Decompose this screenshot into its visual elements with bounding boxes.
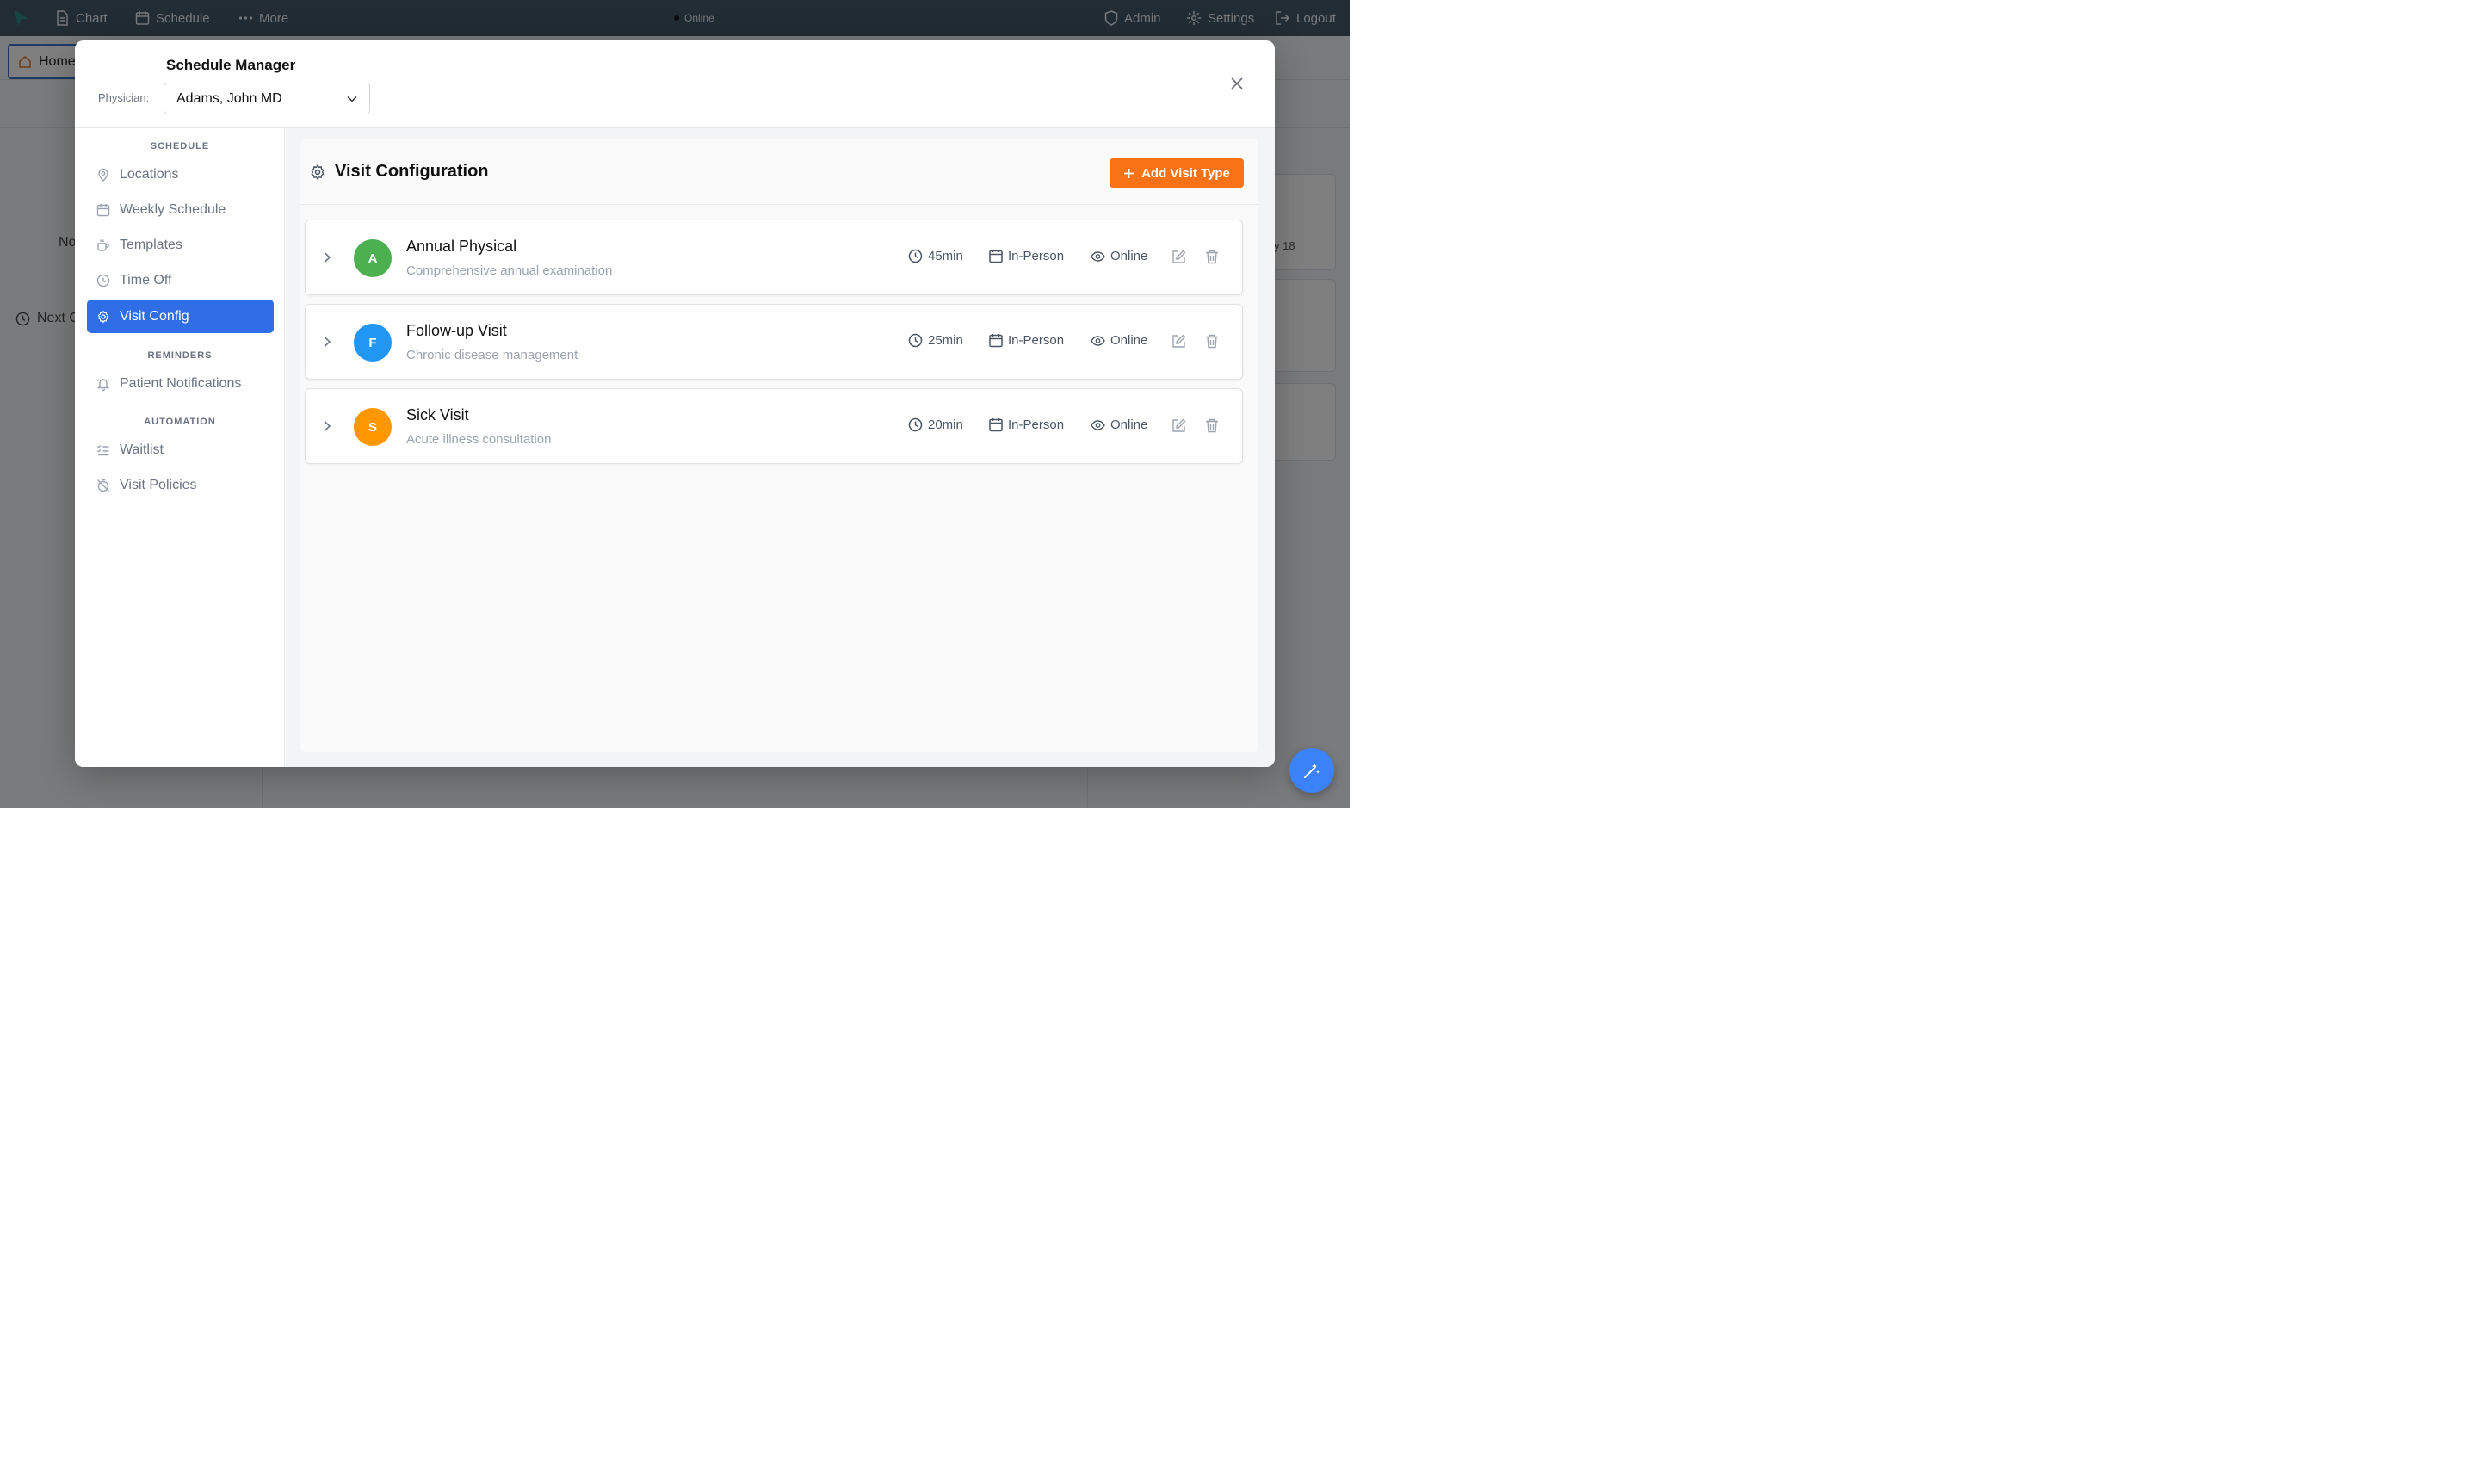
edit-icon[interactable] bbox=[1171, 418, 1186, 433]
visit-availability-value: Online bbox=[1110, 417, 1148, 432]
visit-mode: In-Person bbox=[989, 249, 1064, 263]
magic-wand-button[interactable] bbox=[1289, 748, 1334, 793]
physician-select[interactable]: Adams, John MD bbox=[164, 83, 370, 114]
add-visit-type-label: Add Visit Type bbox=[1141, 165, 1230, 181]
sidebar-item-visit-policies[interactable]: Visit Policies bbox=[87, 468, 274, 502]
visit-type-avatar: S bbox=[354, 408, 392, 446]
bell-icon bbox=[96, 378, 110, 391]
add-visit-type-button[interactable]: Add Visit Type bbox=[1110, 158, 1244, 188]
close-icon bbox=[1231, 77, 1243, 90]
sidebar-item-patient-notifications[interactable]: Patient Notifications bbox=[87, 367, 274, 400]
schedule-manager-modal: Schedule Manager Physician: Adams, John … bbox=[75, 40, 1275, 767]
chevron-right-icon[interactable] bbox=[323, 420, 331, 432]
gear-icon bbox=[311, 164, 325, 180]
list-checks-icon bbox=[97, 444, 109, 455]
section-title-automation: AUTOMATION bbox=[144, 417, 216, 427]
visit-availability-value: Online bbox=[1110, 249, 1148, 263]
chevron-down-icon bbox=[347, 96, 357, 102]
visit-availability: Online bbox=[1091, 417, 1147, 432]
gear-icon bbox=[97, 310, 109, 323]
eye-icon bbox=[1091, 419, 1105, 430]
chevron-right-icon[interactable] bbox=[323, 251, 331, 263]
timer-off-icon bbox=[97, 479, 109, 492]
visit-duration: 20min bbox=[908, 417, 963, 432]
edit-icon[interactable] bbox=[1171, 334, 1186, 349]
clock-icon bbox=[908, 249, 923, 263]
sidebar-item-time-off[interactable]: Time Off bbox=[87, 263, 274, 297]
sidebar-item-label: Visit Policies bbox=[120, 477, 197, 492]
visit-mode-value: In-Person bbox=[1008, 333, 1065, 348]
visit-mode: In-Person bbox=[989, 417, 1064, 432]
visit-duration: 25min bbox=[908, 333, 963, 348]
sidebar-item-label: Visit Config bbox=[120, 308, 189, 324]
modal-title: Schedule Manager bbox=[166, 57, 296, 73]
sidebar-item-label: Patient Notifications bbox=[120, 375, 242, 391]
map-pin-icon bbox=[98, 168, 108, 182]
visit-type-card[interactable]: S Sick Visit Acute illness consultation … bbox=[305, 388, 1243, 464]
visit-type-avatar: A bbox=[354, 239, 392, 277]
visit-duration-value: 25min bbox=[928, 333, 963, 348]
magic-wand-icon bbox=[1304, 764, 1320, 778]
sidebar-item-waitlist[interactable]: Waitlist bbox=[87, 433, 274, 467]
sidebar-item-label: Waitlist bbox=[120, 442, 164, 457]
visit-availability-value: Online bbox=[1110, 333, 1148, 348]
calendar-icon bbox=[989, 250, 1003, 263]
section-title-reminders: REMINDERS bbox=[147, 350, 213, 361]
schedule-sidebar: SCHEDULE Locations Weekly Schedule Templ… bbox=[75, 128, 285, 767]
clock-icon bbox=[908, 333, 923, 348]
visit-duration-value: 45min bbox=[928, 249, 963, 263]
visit-duration: 45min bbox=[908, 249, 963, 263]
sidebar-item-weekly-schedule[interactable]: Weekly Schedule bbox=[87, 193, 274, 226]
sidebar-item-label: Locations bbox=[120, 166, 179, 182]
physician-label: Physician: bbox=[98, 91, 150, 104]
visit-type-description: Acute illness consultation bbox=[406, 432, 552, 447]
sidebar-item-visit-config[interactable]: Visit Config bbox=[87, 300, 274, 333]
panel-title-text: Visit Configuration bbox=[335, 162, 489, 181]
clock-icon bbox=[96, 274, 110, 287]
panel-title: Visit Configuration bbox=[309, 162, 489, 182]
eye-icon bbox=[1091, 250, 1105, 262]
sidebar-item-locations[interactable]: Locations bbox=[87, 158, 274, 191]
sidebar-item-templates[interactable]: Templates bbox=[87, 228, 274, 262]
calendar-icon bbox=[989, 334, 1003, 348]
trash-icon[interactable] bbox=[1205, 334, 1219, 349]
visit-mode-value: In-Person bbox=[1008, 249, 1065, 263]
sidebar-item-label: Templates bbox=[120, 237, 182, 252]
visit-duration-value: 20min bbox=[928, 417, 963, 432]
main-content: Visit Configuration Add Visit Type A Ann… bbox=[286, 128, 1275, 767]
close-button[interactable] bbox=[1228, 75, 1246, 92]
calendar-icon bbox=[989, 418, 1003, 432]
sidebar-item-label: Weekly Schedule bbox=[120, 201, 226, 217]
modal-header: Schedule Manager Physician: Adams, John … bbox=[75, 40, 1275, 128]
clock-icon bbox=[908, 417, 923, 432]
plus-icon bbox=[1124, 168, 1134, 178]
visit-type-card[interactable]: F Follow-up Visit Chronic disease manage… bbox=[305, 304, 1243, 380]
calendar-icon bbox=[96, 203, 110, 216]
edit-icon[interactable] bbox=[1171, 250, 1186, 264]
visit-type-card[interactable]: A Annual Physical Comprehensive annual e… bbox=[305, 220, 1243, 295]
trash-icon[interactable] bbox=[1205, 250, 1219, 264]
visit-type-description: Comprehensive annual examination bbox=[406, 263, 613, 278]
sidebar-item-label: Time Off bbox=[120, 272, 172, 288]
visit-mode: In-Person bbox=[989, 333, 1064, 348]
coffee-icon bbox=[97, 239, 109, 251]
visit-type-name: Annual Physical bbox=[406, 238, 517, 255]
visit-availability: Online bbox=[1091, 249, 1147, 263]
visit-mode-value: In-Person bbox=[1008, 417, 1065, 432]
chevron-right-icon[interactable] bbox=[323, 336, 331, 348]
visit-type-description: Chronic disease management bbox=[406, 348, 578, 362]
panel-header: Visit Configuration Add Visit Type bbox=[300, 139, 1258, 205]
eye-icon bbox=[1091, 335, 1105, 346]
trash-icon[interactable] bbox=[1205, 418, 1219, 433]
visit-type-avatar: F bbox=[354, 324, 392, 362]
physician-value: Adams, John MD bbox=[176, 90, 282, 106]
visit-type-name: Follow-up Visit bbox=[406, 322, 507, 339]
visit-type-name: Sick Visit bbox=[406, 406, 469, 424]
visit-availability: Online bbox=[1091, 333, 1147, 348]
section-title-schedule: SCHEDULE bbox=[150, 141, 210, 151]
visit-configuration-panel: Visit Configuration Add Visit Type A Ann… bbox=[300, 139, 1258, 752]
